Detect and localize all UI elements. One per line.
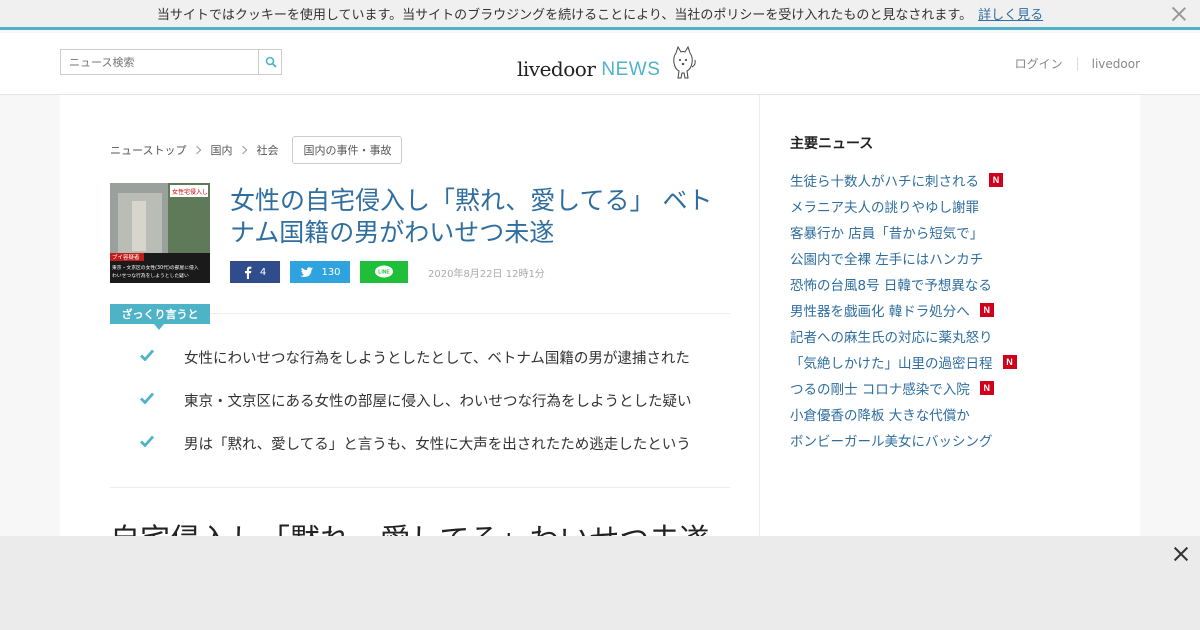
twitter-share-count: 130 [321, 266, 341, 278]
cookie-details-link[interactable]: 詳しく見る [978, 4, 1043, 23]
twitter-share-button[interactable]: 130 [290, 261, 350, 283]
cookie-banner: 当サイトではクッキーを使用しています。当サイトのブラウジングを続けることにより、… [0, 0, 1200, 30]
line-icon: LINE [375, 265, 393, 278]
breadcrumb: ニューストップ 国内 社会 国内の事件・事故 [110, 136, 403, 164]
login-link[interactable]: ログイン [1015, 55, 1063, 72]
top-news-link: 客暴行か 店員「昔から短気で」 [790, 226, 984, 242]
site-header: livedoor NEWS ログイン livedoor [0, 33, 1200, 95]
top-news-link: 男性器を戯画化 韓ドラ処分へ [790, 304, 970, 320]
chevron-right-icon [239, 145, 248, 155]
top-news-item[interactable]: 公園内で全裸 左手にはハンカチ [790, 245, 1120, 271]
top-news-item[interactable]: 男性器を戯画化 韓ドラ処分へ N [790, 297, 1120, 323]
thumb-caption-line-3: わいせつな行為をしようとした疑い [112, 272, 189, 279]
facebook-icon [244, 266, 252, 279]
new-badge: N [979, 381, 994, 395]
check-icon [140, 349, 154, 361]
summary-text: 女性にわいせつな行為をしようとしたとして、ベトナム国籍の男が逮捕された [184, 351, 690, 367]
new-badge: N [1002, 355, 1017, 369]
article-thumbnail[interactable]: 女性宅侵入し ブイ容疑者 東京・文京区の女性(30代)の部屋に侵入 わいせつな行… [110, 183, 210, 283]
livedoor-link[interactable]: livedoor [1092, 57, 1140, 71]
nav-divider [1076, 56, 1078, 71]
top-news-item[interactable]: ボンビーガール美女にバッシング [790, 427, 1120, 453]
top-news-link: 小倉優香の降板 大きな代償か [790, 408, 970, 424]
top-news-link: 生徒ら十数人がハチに刺される [790, 174, 979, 190]
new-badge: N [989, 173, 1003, 187]
top-news-item[interactable]: 「気絶しかけた」山里の過密日程 N [790, 349, 1120, 375]
breadcrumb-news-top[interactable]: ニューストップ [110, 142, 186, 158]
top-news-item[interactable]: 客暴行か 店員「昔から短気で」 [790, 219, 1120, 245]
thumb-caption-line-1: ブイ容疑者 [112, 253, 140, 261]
share-bar: 4 130 LINE 2020年8月22日 12時1分 [230, 261, 545, 283]
summary-label: ざっくり言うと [110, 304, 210, 330]
summary-text: 東京・文京区にある女性の部屋に侵入し、わいせつな行為をしようとした疑い [184, 394, 692, 410]
summary-divider [210, 313, 730, 314]
breadcrumb-society[interactable]: 社会 [256, 142, 278, 158]
cookie-close-icon[interactable] [1170, 5, 1188, 23]
top-news-item[interactable]: 記者への麻生氏の対応に薬丸怒り [790, 323, 1120, 349]
facebook-share-button[interactable]: 4 [230, 261, 280, 283]
summary-item: 女性にわいせつな行為をしようとしたとして、ベトナム国籍の男が逮捕された [140, 347, 740, 390]
top-news-item[interactable]: メラニア夫人の誂りやゆし謝罪 [790, 193, 1120, 219]
breadcrumb-domestic[interactable]: 国内 [210, 142, 232, 158]
top-news-link: 記者への麻生氏の対応に薬丸怒り [790, 330, 993, 346]
bottom-ad-banner [0, 536, 1200, 630]
summary-item: 東京・文京区にある女性の部屋に侵入し、わいせつな行為をしようとした疑い [140, 390, 740, 433]
sidebar: 主要ニュース 生徒ら十数人がハチに刺される N メラニア夫人の誂りやゆし謝罪 客暴行か… [790, 133, 1120, 453]
line-share-button[interactable]: LINE [360, 261, 408, 283]
thumb-caption-top: 女性宅侵入し [172, 188, 208, 196]
publish-date: 2020年8月22日 12時1分 [428, 268, 545, 280]
chevron-right-icon [193, 145, 202, 155]
search-box [60, 49, 282, 75]
thumb-caption-line-2: 東京・文京区の女性(30代)の部屋に侵入 [112, 264, 199, 271]
ad-close-icon[interactable] [1172, 545, 1190, 563]
article-headline: 女性の自宅侵入し「黙れ、愛してる」 ベトナム国籍の男がわいせつ未遂 [230, 186, 713, 247]
search-button[interactable] [258, 49, 282, 75]
summary-text: 男は「黙れ、愛してる」と言うも、女性に大声を出されたため逃走したという [184, 437, 691, 453]
facebook-share-count: 4 [259, 266, 267, 278]
check-icon [140, 392, 154, 404]
top-news-link: 恐怖の台風8号 日韓で予想異なる [790, 278, 992, 294]
new-badge: N [979, 303, 994, 317]
twitter-icon [299, 266, 314, 278]
check-icon [140, 435, 154, 447]
logo-news: NEWS [601, 59, 661, 80]
logo-livedoor: livedoor [517, 57, 596, 81]
top-news-list: 生徒ら十数人がハチに刺される N メラニア夫人の誂りやゆし謝罪 客暴行か 店員「昔から… [790, 167, 1120, 453]
top-news-heading: 主要ニュース [790, 136, 874, 152]
summary-item: 男は「黙れ、愛してる」と言うも、女性に大声を出されたため逃走したという [140, 433, 740, 476]
top-news-link: ボンビーガール美女にバッシング [790, 434, 993, 450]
site-logo[interactable]: livedoor NEWS [517, 45, 698, 81]
top-news-item[interactable]: 生徒ら十数人がハチに刺される N [790, 167, 1120, 193]
search-input[interactable] [60, 49, 258, 75]
summary-list: 女性にわいせつな行為をしようとしたとして、ベトナム国籍の男が逮捕された 東京・文… [140, 347, 740, 476]
top-news-item[interactable]: 恐怖の台風8号 日韓で予想異なる [790, 271, 1120, 297]
top-news-item[interactable]: 小倉優香の降板 大きな代償か [790, 401, 1120, 427]
dog-mascot-icon [673, 45, 697, 79]
top-news-link: つるの剛士 コロナ感染で入院 [790, 382, 970, 398]
search-icon [265, 56, 277, 68]
top-news-link: 公園内で全裸 左手にはハンカチ [790, 252, 984, 268]
category-tag[interactable]: 国内の事件・事故 [292, 136, 403, 164]
top-news-item[interactable]: つるの剛士 コロナ感染で入院 N [790, 375, 1120, 401]
cookie-message: 当サイトではクッキーを使用しています。当サイトのブラウジングを続けることにより、… [156, 8, 973, 23]
top-news-link: 「気絶しかけた」山里の過密日程 [790, 356, 993, 372]
article-divider [110, 487, 730, 488]
header-nav: ログイン livedoor [1015, 55, 1140, 72]
top-news-link: メラニア夫人の誂りやゆし謝罪 [790, 200, 979, 216]
line-icon-label: LINE [378, 270, 390, 276]
thumbnail-image: 女性宅侵入し ブイ容疑者 東京・文京区の女性(30代)の部屋に侵入 わいせつな行… [110, 183, 210, 283]
